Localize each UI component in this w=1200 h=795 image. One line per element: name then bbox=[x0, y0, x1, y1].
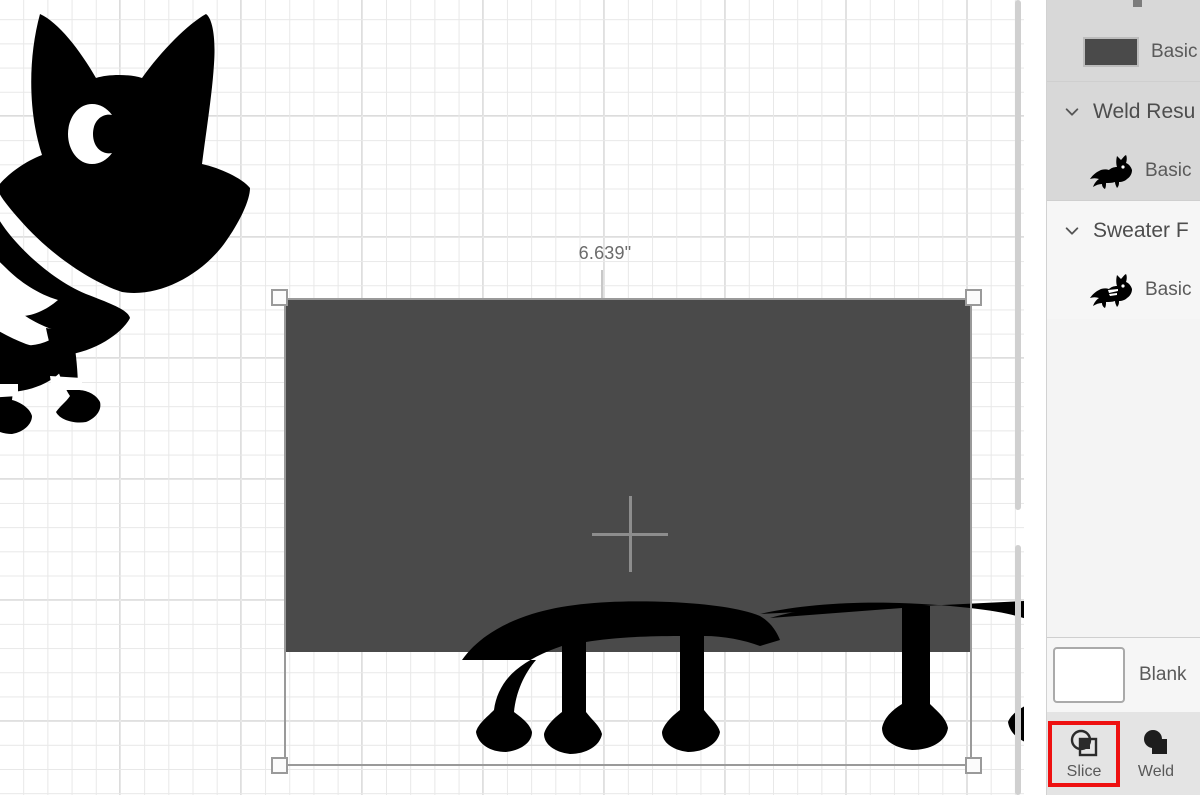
layer-row-basic-sweater-fox[interactable]: Basic bbox=[1047, 260, 1200, 319]
fox-artwork-top-left bbox=[0, 14, 250, 434]
layer-group-label: Weld Resu bbox=[1093, 99, 1196, 123]
layer-label: Basic bbox=[1145, 159, 1192, 181]
panel-top-partial-icon bbox=[1133, 0, 1142, 7]
shape-operations-toolbar: Slice Weld bbox=[1047, 712, 1200, 795]
weld-icon bbox=[1144, 730, 1167, 754]
resize-handle-top-right[interactable] bbox=[965, 289, 982, 306]
layer-row-basic-weld-fox[interactable]: Basic bbox=[1047, 141, 1200, 200]
layer-label: Basic bbox=[1145, 278, 1192, 300]
slice-label: Slice bbox=[1066, 763, 1102, 780]
weld-button[interactable]: Weld bbox=[1120, 721, 1192, 787]
slice-icon bbox=[1070, 729, 1098, 757]
chevron-down-icon[interactable] bbox=[1063, 103, 1081, 121]
resize-handle-top-left[interactable] bbox=[271, 289, 288, 306]
blank-canvas-swatch-icon bbox=[1053, 647, 1125, 703]
layers-list: Basic Weld Resu Basic Sweater F Basic bbox=[1047, 22, 1200, 319]
width-dimension-label: 6.639" bbox=[578, 243, 632, 263]
panel-top-partial-row bbox=[1047, 0, 1200, 22]
layer-group-weld-result[interactable]: Weld Resu bbox=[1047, 82, 1200, 141]
design-app-window: 6.639" Basic Weld Resu Basic Sweater F B… bbox=[0, 0, 1200, 795]
canvas-vertical-scrollbar-thumb-lower[interactable] bbox=[1015, 545, 1021, 795]
layer-group-label: Sweater F bbox=[1093, 218, 1189, 242]
shape-center-crosshair-icon bbox=[592, 496, 668, 572]
slice-button[interactable]: Slice bbox=[1048, 721, 1120, 787]
rectangle-swatch-icon bbox=[1083, 36, 1139, 67]
fox-sweater-icon bbox=[1090, 273, 1132, 308]
canvas-vertical-scrollbar-thumb[interactable] bbox=[1015, 0, 1021, 510]
selected-shape-rectangle[interactable] bbox=[285, 299, 971, 652]
layer-row-basic-rectangle[interactable]: Basic bbox=[1047, 22, 1200, 81]
design-canvas[interactable]: 6.639" bbox=[0, 0, 1024, 795]
resize-handle-bottom-left[interactable] bbox=[271, 757, 288, 774]
blank-material-section: Blank bbox=[1047, 637, 1200, 712]
chevron-down-icon[interactable] bbox=[1063, 222, 1081, 240]
blank-label: Blank bbox=[1139, 664, 1187, 685]
weld-label: Weld bbox=[1137, 763, 1175, 780]
layer-group-sweater-fox[interactable]: Sweater F bbox=[1047, 201, 1200, 260]
layer-label: Basic bbox=[1151, 40, 1198, 62]
resize-handle-bottom-right[interactable] bbox=[965, 757, 982, 774]
blank-material-row[interactable]: Blank bbox=[1047, 638, 1200, 712]
fox-silhouette-icon bbox=[1090, 154, 1132, 189]
dimension-tick-mark bbox=[601, 270, 603, 298]
layers-panel: Basic Weld Resu Basic Sweater F Basic Bl… bbox=[1046, 0, 1200, 795]
